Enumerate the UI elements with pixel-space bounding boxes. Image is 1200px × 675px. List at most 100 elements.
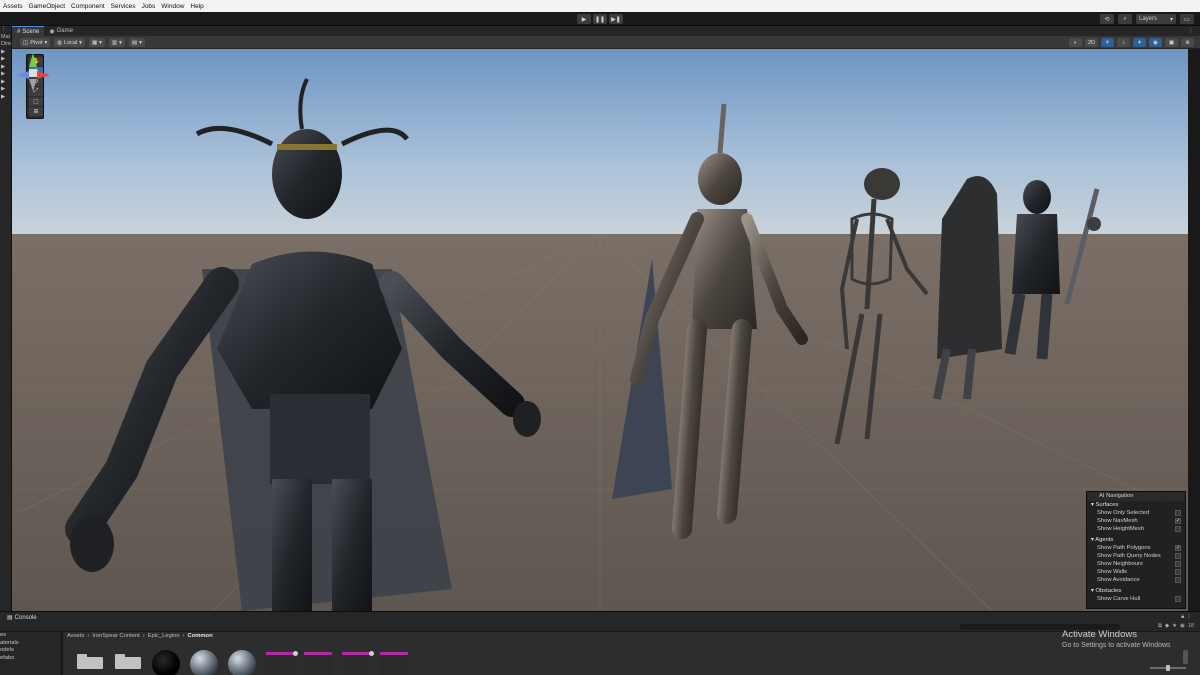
menu-gameobject[interactable]: GameObject [26, 3, 69, 10]
layout-icon[interactable]: ▭ [1180, 14, 1194, 24]
hierarchy-row[interactable]: ▶ [0, 71, 11, 79]
hierarchy-row[interactable]: ▶ [0, 49, 11, 57]
menu-services[interactable]: Services [108, 3, 139, 10]
hierarchy-row[interactable]: ⋮ [0, 26, 11, 34]
grid-snap-icon: ▦ [91, 39, 98, 46]
breadcrumb-item[interactable]: Assets [67, 633, 84, 639]
surfaces-section[interactable]: ▾ Surfaces [1087, 501, 1185, 509]
grid-snap-dropdown[interactable]: ▦ ▾ [88, 38, 105, 47]
tree-item[interactable]: odels [0, 647, 61, 655]
show-path-query-nodes-option[interactable]: Show Path Query Nodes [1087, 552, 1185, 560]
breadcrumb-item[interactable]: Epic_Legion [148, 633, 180, 639]
effects-icon[interactable]: ✦ [1133, 38, 1146, 47]
orientation-gizmo[interactable] [12, 49, 54, 97]
globe-icon: ◍ [57, 39, 63, 46]
hierarchy-row[interactable]: ▶ [0, 56, 11, 64]
asset-folder[interactable] [113, 648, 143, 675]
checkbox[interactable] [1175, 569, 1181, 575]
layers-dropdown[interactable]: Layers ▾ [1136, 14, 1176, 24]
project-toolbar: ⧉ ◆ ★ ◉ 18 [0, 622, 1200, 632]
scrollbar[interactable] [1183, 650, 1188, 664]
asset-texture[interactable] [265, 648, 298, 675]
menu-window[interactable]: Window [158, 3, 187, 10]
tab-scene[interactable]: # Scene [12, 26, 45, 36]
asset-texture[interactable] [341, 648, 374, 675]
camera-icon[interactable]: ▣ [1165, 38, 1178, 47]
audio-icon[interactable]: ♪ [1117, 38, 1130, 47]
toolbar-right: ⟲ ⌕ Layers ▾ ▭ [1100, 14, 1194, 24]
checkbox-checked[interactable]: ✓ [1175, 545, 1181, 551]
show-heightmesh-option[interactable]: Show HeightMesh [1087, 525, 1185, 533]
lighting-icon[interactable]: ☀ [1101, 38, 1114, 47]
hierarchy-row[interactable]: ▶ [0, 86, 11, 94]
hierarchy-row[interactable]: Mai [0, 34, 11, 42]
asset-texture[interactable] [379, 648, 409, 675]
star-icon[interactable]: ★ [1172, 623, 1177, 630]
breadcrumb-item[interactable]: IronSpear Content [92, 633, 139, 639]
space-dropdown[interactable]: ◍ Local ▾ [54, 38, 85, 47]
checkbox[interactable] [1175, 526, 1181, 532]
checkbox[interactable] [1175, 596, 1181, 602]
chevron-down-icon: ▾ [99, 39, 102, 46]
show-only-selected-option[interactable]: Show Only Selected [1087, 509, 1185, 517]
visibility-icon[interactable]: ◉ [1149, 38, 1162, 47]
show-path-polygons-option[interactable]: Show Path Polygons ✓ [1087, 544, 1185, 552]
checkbox-checked[interactable]: ✓ [1175, 518, 1181, 524]
asset-material[interactable] [227, 648, 257, 675]
scene-tab-bar: # Scene ◉ Game ⋮ [12, 26, 1200, 36]
history-icon[interactable]: ⟲ [1100, 14, 1114, 24]
pivot-dropdown[interactable]: ◫ Pivot ▾ [20, 38, 51, 47]
menu-assets[interactable]: Assets [0, 3, 26, 10]
hierarchy-row[interactable]: ▶ [0, 64, 11, 72]
draw-mode-icon[interactable]: ◐ [1069, 38, 1082, 47]
hierarchy-row[interactable]: ▶ [0, 94, 11, 102]
asset-material[interactable] [189, 648, 219, 675]
asset-texture[interactable] [303, 648, 333, 675]
more-options-icon[interactable]: ⋮ [1188, 27, 1194, 34]
asset-folder[interactable] [75, 648, 105, 675]
rect-tool-icon[interactable]: ▢ [29, 97, 43, 106]
show-neighbours-option[interactable]: Show Neighbours [1087, 560, 1185, 568]
menu-component[interactable]: Component [68, 3, 108, 10]
tree-item[interactable]: es [0, 632, 61, 640]
checkbox[interactable] [1175, 561, 1181, 567]
checkbox[interactable] [1175, 553, 1181, 559]
show-navmesh-option[interactable]: Show NavMesh ✓ [1087, 517, 1185, 525]
breadcrumb-current[interactable]: Common [188, 633, 213, 639]
tab-game[interactable]: ◉ Game [44, 26, 78, 36]
show-carve-hull-option[interactable]: Show Carve Hull [1087, 595, 1185, 603]
obstacles-section[interactable]: ▾ Obstacles [1087, 587, 1185, 595]
step-button[interactable]: ▶❚ [609, 14, 623, 24]
hierarchy-row[interactable]: Dire [0, 41, 11, 49]
chevron-down-icon: ▾ [119, 39, 122, 46]
snap-increment-dropdown[interactable]: ▥ ▾ [108, 38, 125, 47]
transform-tool-icon[interactable]: ⊞ [29, 107, 43, 116]
tab-console[interactable]: ▤ Console [3, 613, 41, 622]
agents-section[interactable]: ▾ Agents [1087, 536, 1185, 544]
eye-icon[interactable]: ◉ [1180, 623, 1185, 630]
checkbox[interactable] [1175, 510, 1181, 516]
lock-icon[interactable]: 🔒︎ ⋮ [1181, 613, 1192, 621]
thumbnail-size-slider[interactable] [1150, 665, 1186, 671]
grid-visibility-dropdown[interactable]: ▤ ▾ [128, 38, 145, 47]
grid-icon: # [17, 28, 21, 35]
menu-jobs[interactable]: Jobs [139, 3, 159, 10]
hierarchy-row[interactable]: ▶ [0, 79, 11, 87]
gizmos-icon[interactable]: ⊕ [1181, 38, 1194, 47]
asset-material[interactable] [151, 648, 181, 675]
show-avoidance-option[interactable]: Show Avoidance [1087, 576, 1185, 584]
tab-game-label: Game [56, 28, 73, 34]
pause-button[interactable]: ❚❚ [593, 14, 607, 24]
toggle-2d-button[interactable]: 2D [1085, 38, 1098, 47]
scene-viewport[interactable]: ✋ ✥ ↻ ⤢ ▢ ⊞ [12, 49, 1188, 611]
show-walls-option[interactable]: Show Walls [1087, 568, 1185, 576]
chevron-right-icon: › [142, 633, 145, 639]
search-icon[interactable]: ⌕ [1118, 14, 1132, 24]
tree-item[interactable]: aterials [0, 640, 61, 648]
tree-item[interactable]: efabs [0, 655, 61, 663]
play-button[interactable]: ▶ [577, 14, 591, 24]
texture-preview [304, 652, 332, 675]
menu-help[interactable]: Help [187, 3, 206, 10]
play-controls: ▶ ❚❚ ▶❚ [577, 14, 623, 24]
checkbox[interactable] [1175, 577, 1181, 583]
